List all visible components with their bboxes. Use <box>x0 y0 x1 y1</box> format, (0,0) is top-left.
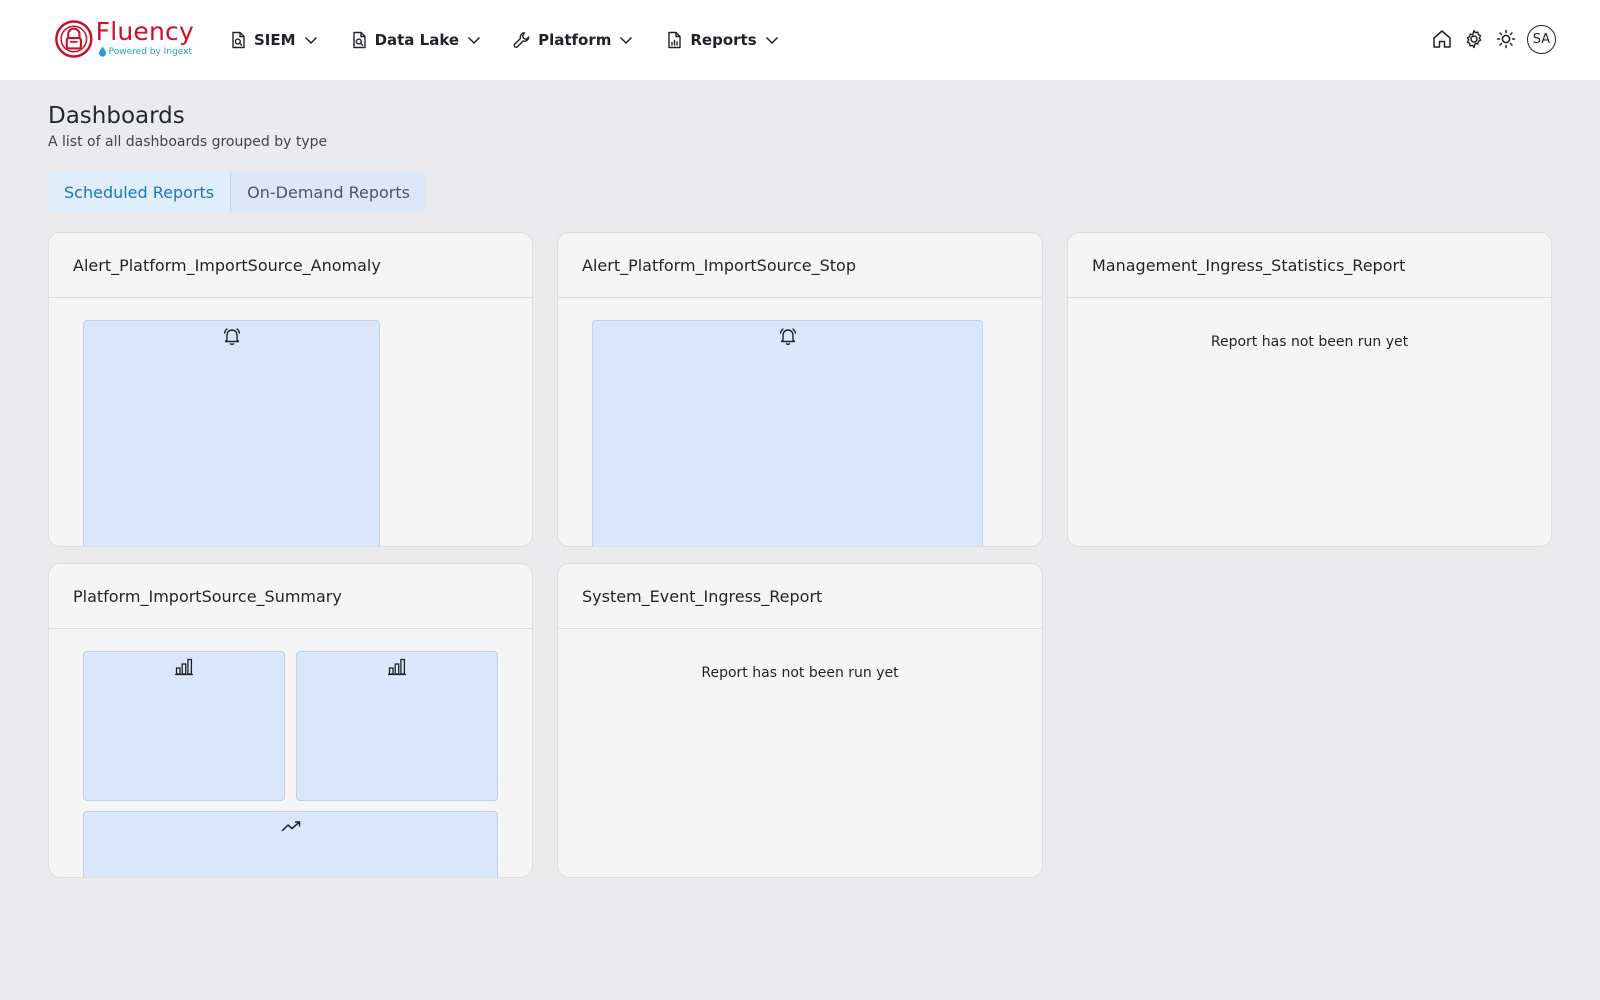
page-subtitle: A list of all dashboards grouped by type <box>48 134 328 150</box>
report-type-tabs: Scheduled Reports On-Demand Reports <box>48 172 426 212</box>
tab-scheduled-reports[interactable]: Scheduled Reports <box>48 172 232 212</box>
dashboard-card-preview <box>49 629 532 877</box>
dashboard-card-preview: Report has not been run yet <box>558 629 1042 877</box>
alert-widget-preview <box>592 320 983 546</box>
brand-tagline: Powered by Ingext <box>98 46 194 57</box>
page-title: Dashboards <box>48 103 185 129</box>
trend-chart-widget-preview <box>83 811 498 877</box>
nav-platform[interactable]: Platform <box>512 26 634 54</box>
dashboard-card[interactable]: Alert_Platform_ImportSource_Stop <box>557 232 1043 547</box>
chevron-down-icon <box>618 32 634 48</box>
dashboard-card-title: System_Event_Ingress_Report <box>558 564 1042 629</box>
bar-chart-icon <box>173 656 195 678</box>
dashboard-card-preview: Report has not been run yet <box>1068 298 1551 546</box>
nav-data-lake[interactable]: Data Lake <box>349 26 483 54</box>
dashboard-card-title: Alert_Platform_ImportSource_Stop <box>558 233 1042 298</box>
alert-widget-preview <box>83 320 380 546</box>
chevron-down-icon <box>303 32 319 48</box>
nav-data-lake-label: Data Lake <box>374 31 460 49</box>
dashboard-card-preview <box>49 298 532 546</box>
trend-up-icon <box>280 816 302 838</box>
fluency-logo[interactable]: Fluency Powered by Ingext <box>54 18 194 62</box>
wrench-icon <box>512 30 532 50</box>
top-navigation-bar: Fluency Powered by Ingext SIEM Data Lake <box>0 0 1600 80</box>
bar-chart-widget-preview <box>83 651 285 801</box>
brand-tagline-text: Powered by Ingext <box>108 46 192 57</box>
dashboard-card[interactable]: Management_Ingress_Statistics_Report Rep… <box>1067 232 1552 547</box>
bell-icon <box>777 325 799 347</box>
droplet-icon <box>98 46 106 57</box>
dashboard-card-title: Platform_ImportSource_Summary <box>49 564 532 629</box>
dashboard-card[interactable]: Platform_ImportSource_Summary <box>48 563 533 878</box>
dashboard-card-title: Alert_Platform_ImportSource_Anomaly <box>49 233 532 298</box>
chevron-down-icon <box>764 32 780 48</box>
nav-reports[interactable]: Reports <box>664 26 779 54</box>
report-status-message: Report has not been run yet <box>701 665 899 681</box>
bell-icon <box>221 325 243 347</box>
report-status-message: Report has not been run yet <box>1210 334 1409 350</box>
tab-on-demand-reports[interactable]: On-Demand Reports <box>231 172 426 212</box>
home-icon[interactable] <box>1431 28 1453 50</box>
sun-icon[interactable] <box>1495 28 1517 50</box>
fluency-logo-icon <box>55 20 93 58</box>
dashboard-card[interactable]: System_Event_Ingress_Report Report has n… <box>557 563 1043 878</box>
gear-icon[interactable] <box>1463 28 1485 50</box>
brand-name: Fluency <box>95 17 194 46</box>
bar-chart-icon <box>386 656 408 678</box>
dashboard-card-preview <box>558 298 1042 546</box>
nav-reports-label: Reports <box>690 31 757 49</box>
chevron-down-icon <box>466 32 482 48</box>
dashboard-card-title: Management_Ingress_Statistics_Report <box>1068 233 1551 298</box>
bar-chart-widget-preview <box>296 651 498 801</box>
main-navigation: SIEM Data Lake Platform Reports <box>228 26 810 54</box>
dashboard-card[interactable]: Alert_Platform_ImportSource_Anomaly <box>48 232 533 547</box>
file-search-icon <box>349 30 369 50</box>
user-avatar[interactable]: SA <box>1527 24 1556 54</box>
nav-siem[interactable]: SIEM <box>228 26 319 54</box>
user-toolbar: SA <box>1431 24 1556 54</box>
file-chart-icon <box>664 30 684 50</box>
file-search-icon <box>228 30 248 50</box>
nav-siem-label: SIEM <box>254 31 296 49</box>
nav-platform-label: Platform <box>538 31 612 49</box>
